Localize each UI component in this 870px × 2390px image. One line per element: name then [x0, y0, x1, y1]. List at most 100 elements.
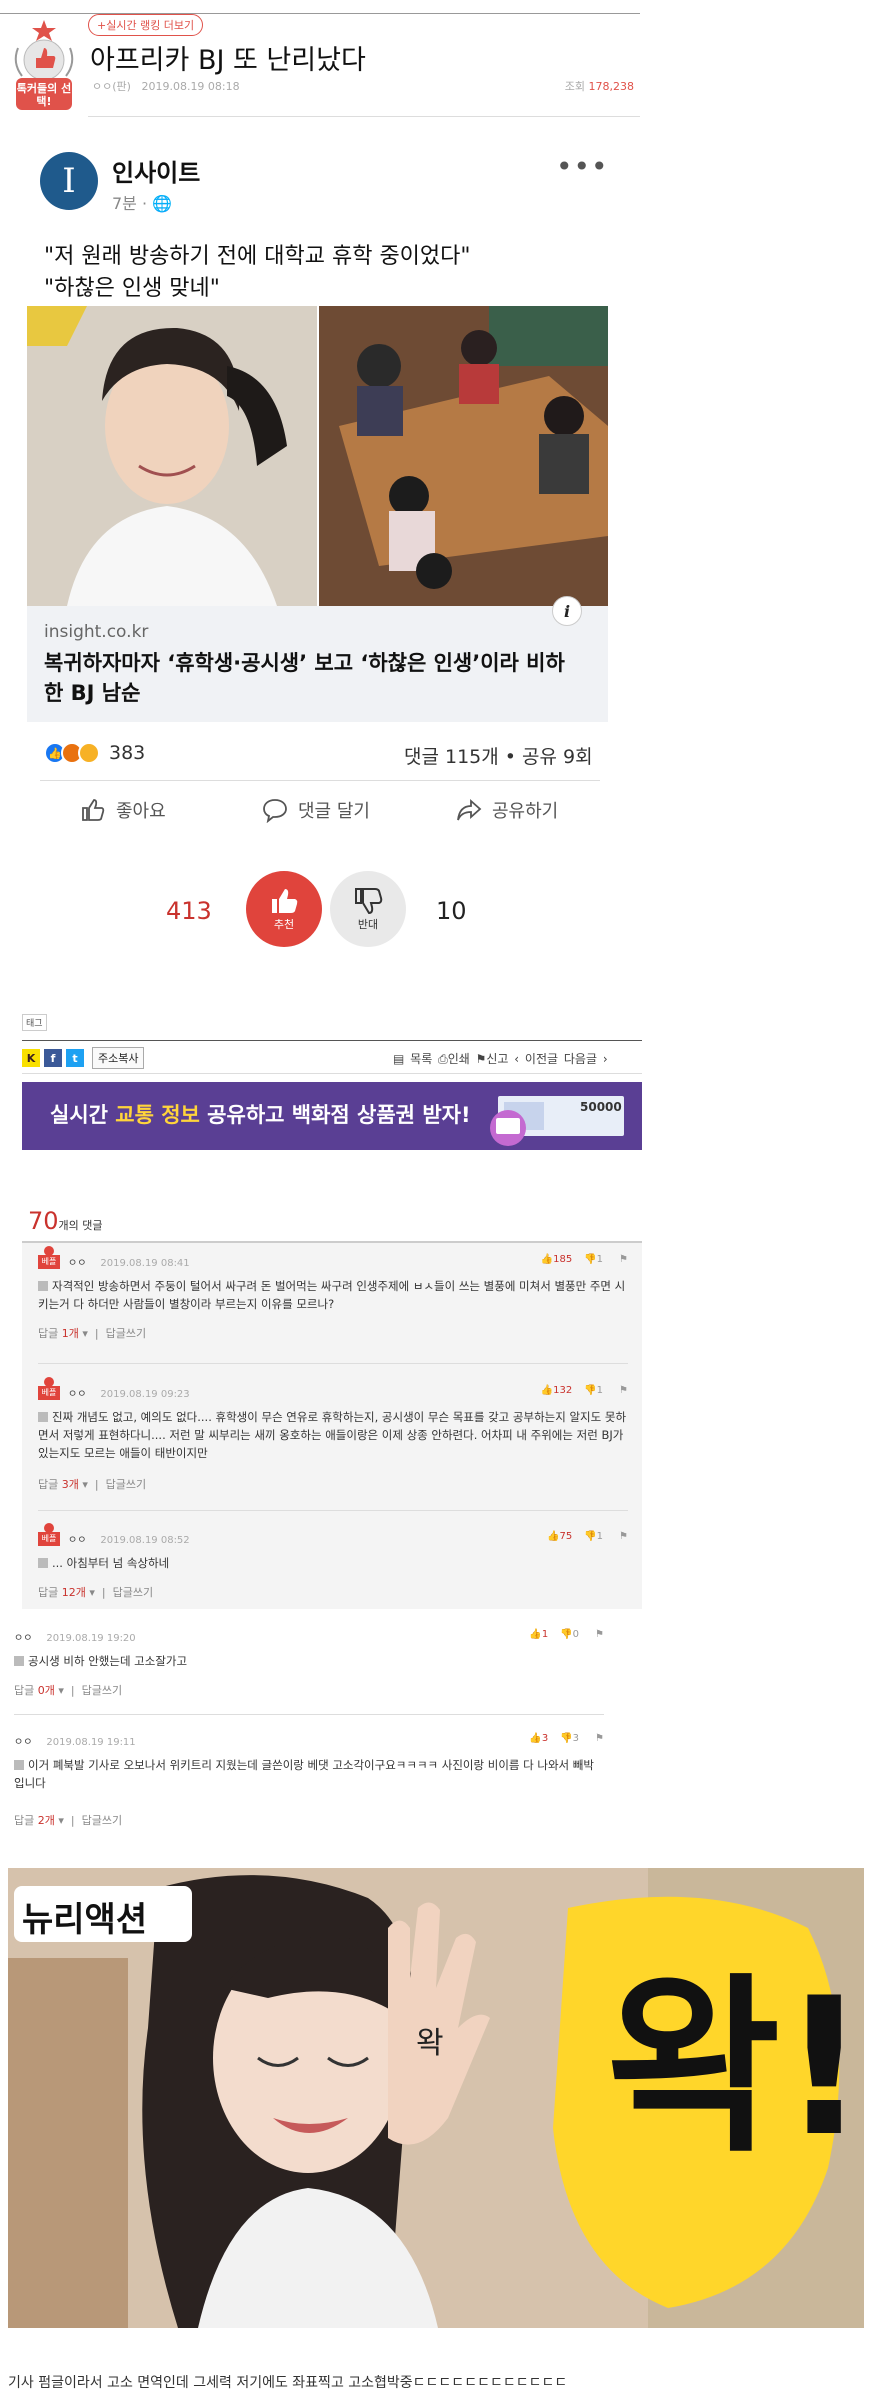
comment: ㅇㅇ 2019.08.19 19:20 👍1 👎0 ⚑ 공시생 비하 안했는데 고소잘… [14, 1629, 604, 1697]
post-meta: ㅇㅇ(판) 2019.08.19 08:18 [92, 78, 240, 94]
best-comment: 베플 ㅇㅇ 2019.08.19 08:41 👍185 👎1 ⚑ 자격적인 방송하면서… [38, 1245, 628, 1363]
report-icon[interactable]: ⚑ [619, 1531, 628, 1542]
list-button[interactable]: ▤ 목록 [393, 1052, 432, 1066]
comment-upvote[interactable]: 👍185 [541, 1254, 573, 1265]
twitter-icon[interactable]: t [66, 1049, 84, 1067]
comment-share-stats[interactable]: 댓글 115개 • 공유 9회 [404, 742, 593, 769]
report-icon[interactable]: ⚑ [595, 1733, 604, 1744]
comment-label: 댓글 달기 [298, 801, 370, 822]
tag-label: 태그 [22, 1014, 47, 1031]
embed-divider [40, 780, 600, 781]
best-comment: 베플 ㅇㅇ 2019.08.19 08:52 👍75 👎1 ⚑ ... 아침부터 넘 … [38, 1522, 628, 1608]
badge-text: 톡커들의 선택! [16, 82, 72, 108]
globe-icon: 🌐 [152, 194, 173, 213]
comment-separator [38, 1363, 628, 1364]
prev-post-button[interactable]: ‹ 이전글 [514, 1052, 558, 1066]
reaction-count: 383 [109, 742, 146, 764]
link-title[interactable]: 복귀하자마자 ‘휴학생·공시생’ 보고 ‘하찮은 인생’이라 비하한 BJ 남순 [44, 648, 584, 708]
info-icon[interactable]: i [552, 596, 582, 626]
best-badge-icon: 베플 [38, 1522, 60, 1548]
downvote-button[interactable]: 반대 [330, 871, 406, 947]
comment-downvote[interactable]: 👎0 [560, 1629, 579, 1640]
best-badge-icon: 베플 [38, 1245, 60, 1271]
like-button[interactable]: 좋아요 [80, 797, 166, 823]
comment-downvote[interactable]: 👎1 [584, 1531, 603, 1542]
comment-upvote[interactable]: 👍132 [541, 1385, 573, 1396]
realtime-ranking-link[interactable]: +실시간 랭킹 더보기 [88, 14, 204, 36]
copy-url-button[interactable]: 주소복사 [92, 1047, 145, 1069]
reactions[interactable]: 👍 383 [44, 742, 145, 764]
thumbs-up-icon [272, 889, 298, 913]
comment-separator [38, 1510, 628, 1511]
best-comment: 베플 ㅇㅇ 2019.08.19 09:23 👍132 👎1 ⚑ 진짜 개념도 없고,… [38, 1376, 628, 1510]
share-row: K f t 주소복사 [22, 1047, 145, 1069]
post-author: ㅇㅇ(판) [92, 80, 131, 93]
report-icon[interactable]: ⚑ [619, 1254, 628, 1265]
post-title: 아프리카 BJ 또 난리났다 [90, 45, 366, 76]
embed-text-line1: "저 원래 방송하기 전에 대학교 휴학 중이었다" [44, 244, 471, 269]
page-logo[interactable]: I [40, 152, 98, 210]
thumbs-up-icon [82, 799, 105, 821]
post-time: 7분 · 🌐 [112, 194, 173, 213]
upvote-button[interactable]: 추천 [246, 871, 322, 947]
write-reply-link[interactable]: 답글쓰기 [82, 1684, 122, 1697]
voucher-amount: 50000 [580, 1100, 622, 1114]
reply-toggle[interactable]: 답글 12개 ▾ [38, 1586, 95, 1599]
haha-reaction-icon [78, 742, 100, 764]
reply-toggle[interactable]: 답글 0개 ▾ [14, 1684, 64, 1697]
downvote-label: 반대 [357, 918, 379, 931]
comment-separator [14, 1714, 604, 1715]
comment-text: 이거 폐북발 기사로 오보나서 위키트리 지웠는데 글쓴이랑 베댓 고소각이구요… [14, 1758, 594, 1790]
comment: ㅇㅇ 2019.08.19 19:11 👍3 👎3 ⚑ 이거 폐북발 기사로 오보나서… [14, 1733, 604, 1827]
comment-downvote[interactable]: 👎3 [560, 1733, 579, 1744]
link-host: insight.co.kr [44, 622, 149, 642]
share-icon [457, 798, 482, 821]
write-reply-link[interactable]: 답글쓰기 [106, 1327, 146, 1340]
like-label: 좋아요 [116, 801, 166, 822]
comment-icon [263, 799, 287, 823]
comment-text: 진짜 개념도 없고, 예의도 없다.... 휴학생이 무슨 연유로 휴학하는지,… [38, 1410, 627, 1460]
comment-downvote[interactable]: 👎1 [584, 1385, 603, 1396]
print-button[interactable]: ⎙인쇄 [438, 1052, 470, 1066]
comment-count-header: 70개의 댓글 [28, 1207, 103, 1235]
best-badge-icon: 베플 [38, 1376, 60, 1402]
downvote-count: 10 [436, 897, 467, 925]
streamer-photo[interactable] [27, 306, 317, 606]
facebook-icon[interactable]: f [44, 1049, 62, 1067]
comment-button[interactable]: 댓글 달기 [262, 797, 370, 823]
more-options-icon[interactable]: ••• [556, 150, 609, 183]
comment-downvote[interactable]: 👎1 [584, 1254, 603, 1265]
next-post-button[interactable]: 다음글 › [564, 1052, 608, 1066]
upvote-label: 추천 [273, 918, 295, 931]
reply-toggle[interactable]: 답글 1개 ▾ [38, 1327, 88, 1340]
embed-text-line2: "하찮은 인생 맞네" [44, 276, 220, 301]
view-count: 조회 178,238 [564, 80, 634, 93]
comment-upvote[interactable]: 👍3 [529, 1733, 548, 1744]
big-word: 왁! [606, 1957, 864, 2178]
report-icon[interactable]: ⚑ [619, 1385, 628, 1396]
report-button[interactable]: ⚑신고 [476, 1052, 509, 1066]
thumbs-down-icon [355, 888, 383, 915]
write-reply-link[interactable]: 답글쓰기 [82, 1814, 122, 1827]
choice-badge: 톡커들의 선택! [8, 18, 80, 114]
toolbar-bottom-divider [22, 1073, 642, 1074]
reaction-thumbnail[interactable]: 뉴리액션 왁 왁! [8, 1868, 864, 2328]
banner-text: 실시간 교통 정보 공유하고 백화점 상품권 받자! [50, 1103, 471, 1127]
upvote-count: 413 [166, 897, 212, 925]
library-photo[interactable] [319, 306, 608, 606]
comment-text: ... 아침부터 넘 속상하네 [52, 1556, 170, 1570]
write-reply-link[interactable]: 답글쓰기 [106, 1478, 146, 1491]
share-button[interactable]: 공유하기 [456, 797, 558, 823]
comment-text: 공시생 비하 안했는데 고소잘가고 [28, 1654, 188, 1668]
hand-writing: 왁 [416, 2026, 444, 2061]
report-icon[interactable]: ⚑ [595, 1629, 604, 1640]
page-name[interactable]: 인사이트 [112, 153, 200, 188]
comment-upvote[interactable]: 👍75 [547, 1531, 572, 1542]
post-tools: ▤ 목록 ⎙인쇄 ⚑신고 ‹ 이전글 다음글 › [393, 1050, 608, 1067]
kakao-icon[interactable]: K [22, 1049, 40, 1067]
post-footer-text: 기사 펌글이라서 고소 면역인데 그세력 저기에도 좌표찍고 고소협박중ㄷㄷㄷㄷ… [8, 2375, 568, 2390]
reply-toggle[interactable]: 답글 3개 ▾ [38, 1478, 88, 1491]
write-reply-link[interactable]: 답글쓰기 [113, 1586, 153, 1599]
comment-upvote[interactable]: 👍1 [529, 1629, 548, 1640]
reply-toggle[interactable]: 답글 2개 ▾ [14, 1814, 64, 1827]
